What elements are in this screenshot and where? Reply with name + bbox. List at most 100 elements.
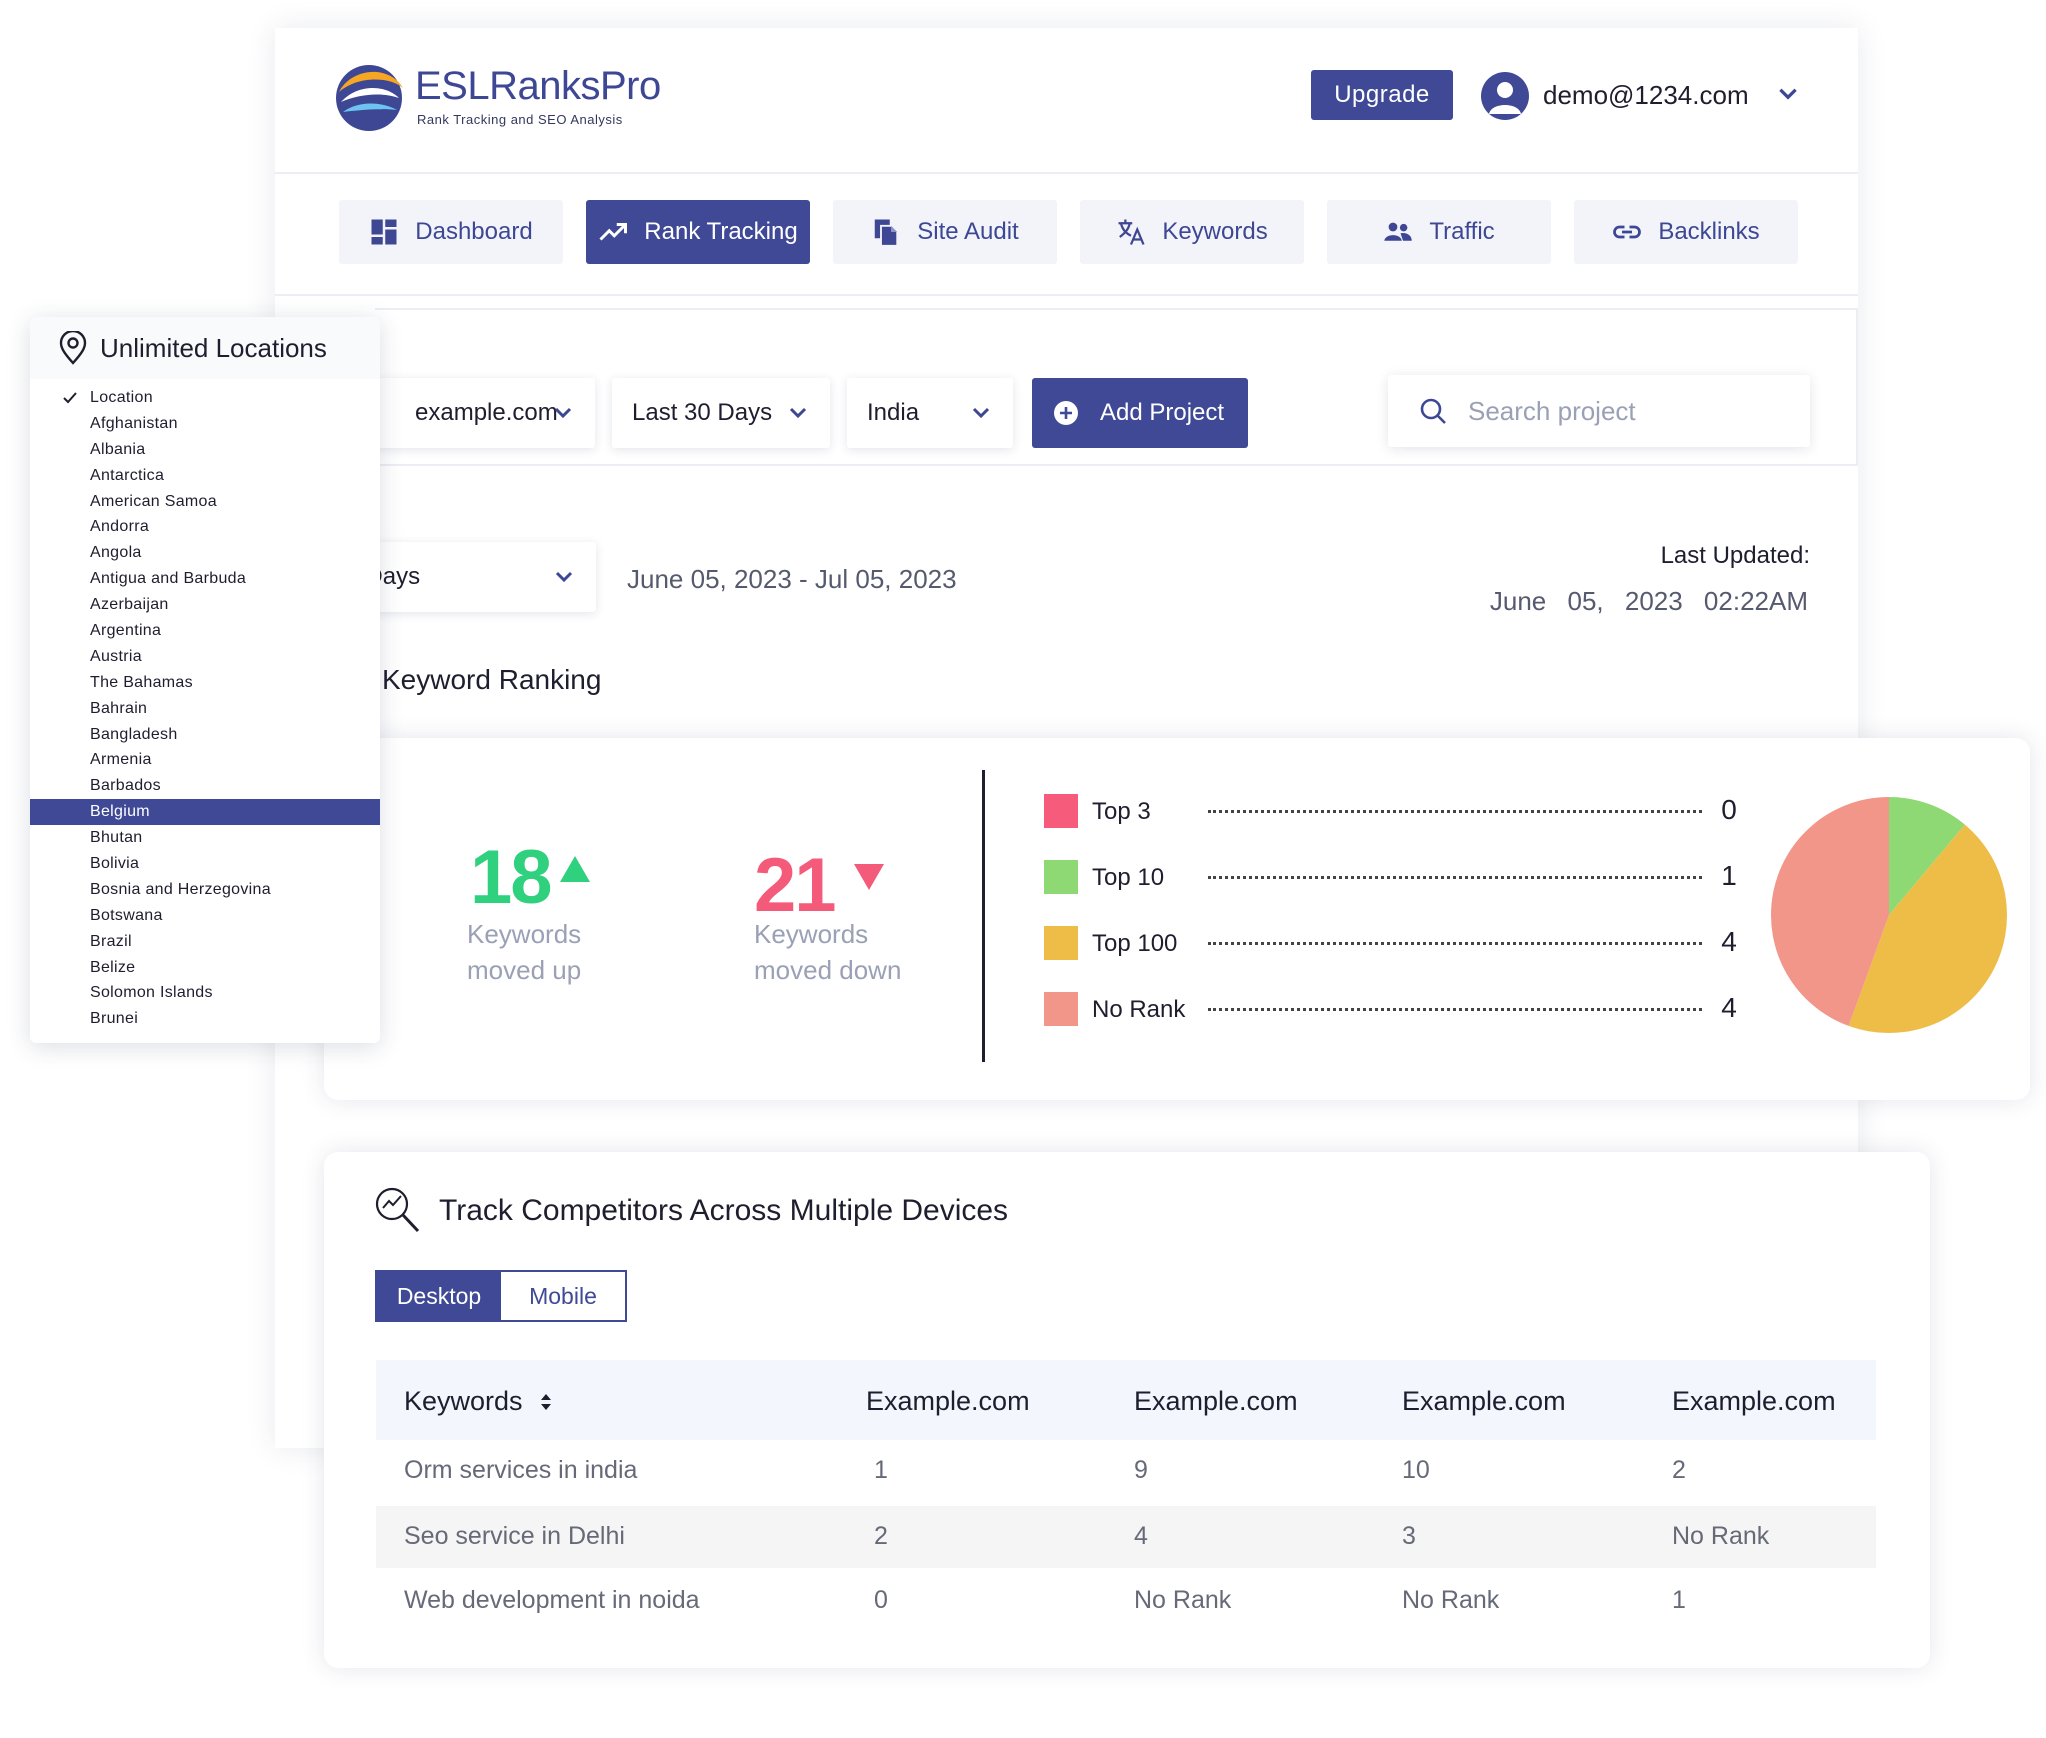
location-option[interactable]: Afghanistan [30, 411, 380, 437]
chevron-down-icon [972, 407, 990, 419]
table-cell: 3 [1402, 1522, 1416, 1550]
moved-up-label-line1: Keywords [467, 919, 582, 949]
location-option-label: Bolivia [90, 855, 140, 873]
nav-tab-label: Backlinks [1658, 218, 1760, 245]
competitors-title: Track Competitors Across Multiple Device… [439, 1194, 1009, 1227]
legend-dots [1208, 1008, 1702, 1011]
legend-swatch [1044, 794, 1078, 828]
location-option[interactable]: Bolivia [30, 851, 380, 877]
moved-up-label-line2: moved up [467, 955, 582, 985]
locations-list: Location Afghanistan Albania Antarctica Amer… [30, 385, 380, 1032]
location-option[interactable]: Brunei [30, 1006, 380, 1032]
user-avatar[interactable] [1481, 72, 1529, 120]
location-option-label: Andorra [90, 518, 150, 536]
locations-title: Unlimited Locations [100, 333, 327, 363]
location-option[interactable]: Azerbaijan [30, 592, 380, 618]
column-header: Example.com [1402, 1386, 1566, 1416]
add-project-label: Add Project [1100, 399, 1225, 426]
table-cell: 9 [1134, 1456, 1148, 1484]
add-project-button[interactable]: Add Project [1032, 378, 1248, 448]
trending-up-icon [599, 223, 628, 241]
nav-tab-label: Dashboard [415, 218, 533, 245]
location-option[interactable]: Bangladesh [30, 722, 380, 748]
sort-icon[interactable] [538, 1391, 554, 1413]
location-option[interactable]: Angola [30, 540, 380, 566]
nav-tab-rank-tracking[interactable]: Rank Tracking [586, 200, 810, 264]
competitors-card: Track Competitors Across Multiple Device… [324, 1152, 1930, 1668]
location-option-label: Afghanistan [90, 414, 178, 432]
location-option[interactable]: American Samoa [30, 489, 380, 515]
brand-logo-icon[interactable] [333, 62, 405, 134]
locations-dropdown[interactable]: Unlimited Locations Location Afghanistan A… [30, 317, 380, 1043]
location-option-label: Austria [90, 647, 142, 665]
project-select[interactable]: example.com [375, 378, 595, 448]
location-option[interactable]: Belgium [30, 799, 380, 826]
location-option-label: Location [90, 389, 153, 406]
table-cell: 4 [1134, 1522, 1148, 1550]
location-option-label: Argentina [90, 622, 162, 640]
location-option[interactable]: Albania [30, 437, 380, 463]
location-option[interactable]: Barbados [30, 773, 380, 799]
location-option[interactable]: Andorra [30, 514, 380, 540]
moved-down-label-line2: moved down [754, 955, 902, 985]
nav-tab-site-audit[interactable]: Site Audit [833, 200, 1057, 264]
table-header: Keywords Example.com Example.com Example… [376, 1360, 1876, 1440]
location-option[interactable]: Antarctica [30, 463, 380, 489]
period-select[interactable]: Last 30 Days [612, 378, 830, 448]
country-select[interactable]: India [847, 378, 1013, 448]
header-divider [275, 172, 1858, 174]
location-option-label: Angola [90, 544, 142, 562]
tab-desktop[interactable]: Desktop [377, 1272, 501, 1320]
location-option-label: Bangladesh [90, 725, 178, 743]
nav-tab-label: Site Audit [917, 218, 1019, 245]
column-header-label: Keywords [404, 1386, 523, 1416]
table-cell: 1 [874, 1456, 888, 1484]
location-option-label: The Bahamas [90, 673, 193, 691]
location-option-label: Antigua and Barbuda [90, 570, 247, 588]
legend-value: 4 [1721, 926, 1737, 957]
search-placeholder: Search project [1468, 395, 1636, 426]
upgrade-button[interactable]: Upgrade [1311, 70, 1453, 120]
location-option[interactable]: Argentina [30, 618, 380, 644]
stats-divider [982, 770, 985, 1062]
search-project-input[interactable]: Search project [1388, 375, 1810, 447]
tab-mobile[interactable]: Mobile [501, 1272, 625, 1320]
location-option[interactable]: Bosnia and Herzegovina [30, 877, 380, 903]
table-cell: 0 [874, 1586, 888, 1614]
legend-label: Top 10 [1092, 864, 1165, 891]
location-option[interactable]: Solomon Islands [30, 980, 380, 1006]
link-icon [1613, 225, 1642, 239]
project-select-value: example.com [415, 399, 558, 426]
location-option[interactable]: Austria [30, 644, 380, 670]
location-option[interactable]: Bahrain [30, 696, 380, 722]
location-option-label: Brunei [90, 1010, 139, 1028]
last-updated-label: Last Updated: [1660, 542, 1810, 569]
location-option[interactable]: Bhutan [30, 825, 380, 851]
nav-tab-backlinks[interactable]: Backlinks [1574, 200, 1798, 264]
last-updated-value: June 05, 2023 02:22AM [1489, 586, 1808, 616]
location-option[interactable]: Armenia [30, 747, 380, 773]
nav-tab-traffic[interactable]: Traffic [1327, 200, 1551, 264]
location-option[interactable]: Botswana [30, 903, 380, 929]
user-email[interactable]: demo@1234.com [1543, 80, 1749, 111]
moved-down-label: Keywords moved down [754, 916, 974, 988]
location-option-label: American Samoa [90, 492, 217, 510]
arrow-up-icon [560, 856, 590, 882]
location-option[interactable]: Antigua and Barbuda [30, 566, 380, 592]
nav-tab-label: Keywords [1162, 218, 1268, 245]
location-option[interactable]: Belize [30, 955, 380, 981]
table-cell: 1 [1672, 1586, 1686, 1614]
chevron-down-icon [789, 407, 807, 419]
location-option-label: Bhutan [90, 829, 143, 847]
location-option[interactable]: The Bahamas [30, 670, 380, 696]
plus-circle-icon [1054, 401, 1078, 425]
table-cell: No Rank [1402, 1586, 1500, 1614]
brand-tagline: Rank Tracking and SEO Analysis [417, 112, 623, 127]
location-option[interactable]: Brazil [30, 929, 380, 955]
nav-tab-keywords[interactable]: Keywords [1080, 200, 1304, 264]
location-option[interactable]: Location [30, 385, 380, 411]
nav-tab-dashboard[interactable]: Dashboard [339, 200, 563, 264]
table-cell: Web development in noida [404, 1586, 700, 1614]
chevron-down-icon[interactable] [1775, 80, 1801, 106]
column-header-keywords[interactable]: Keywords [404, 1386, 554, 1417]
